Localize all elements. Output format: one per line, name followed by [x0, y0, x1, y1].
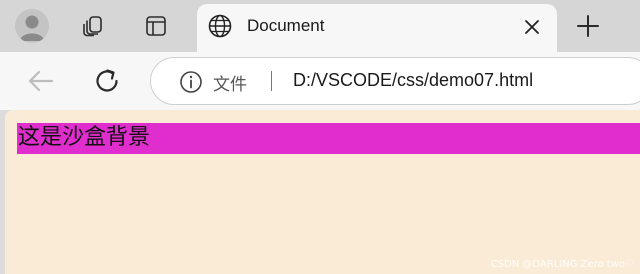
new-tab-button[interactable] — [568, 6, 608, 46]
tab-title: Document — [247, 16, 325, 35]
watermark-text: CSDN @DARLING Zero two♡ — [490, 259, 634, 270]
url-text[interactable]: D:/VSCODE/css/demo07.html — [293, 70, 533, 91]
profile-avatar[interactable] — [15, 9, 49, 43]
close-icon — [525, 20, 539, 34]
back-arrow-icon — [28, 70, 54, 92]
tab-strip: Document — [0, 0, 640, 52]
address-bar[interactable]: 文件 D:/VSCODE/css/demo07.html — [150, 57, 640, 105]
globe-icon — [208, 14, 232, 38]
back-button[interactable] — [24, 64, 58, 103]
sandbox-text: 这是沙盒背景 — [18, 125, 151, 150]
tab-groups-icon — [83, 16, 102, 37]
reload-icon — [96, 69, 118, 92]
tab-actions-icon — [146, 16, 166, 36]
tab-actions-button[interactable] — [136, 6, 176, 46]
info-icon[interactable] — [179, 70, 203, 94]
plus-icon — [577, 15, 599, 37]
sandbox-background-div: 这是沙盒背景 — [17, 123, 640, 154]
address-separator — [271, 71, 272, 91]
active-tab[interactable]: Document — [197, 4, 557, 52]
reload-button[interactable] — [90, 64, 124, 103]
workspaces-button[interactable] — [73, 6, 113, 46]
site-info-label[interactable]: 文件 — [213, 70, 247, 95]
navigation-toolbar: 文件 D:/VSCODE/css/demo07.html — [0, 52, 640, 110]
tab-close-button[interactable] — [520, 15, 544, 44]
person-icon — [20, 15, 44, 41]
page-viewport: 这是沙盒背景 CSDN @DARLING Zero two♡ — [5, 110, 640, 274]
